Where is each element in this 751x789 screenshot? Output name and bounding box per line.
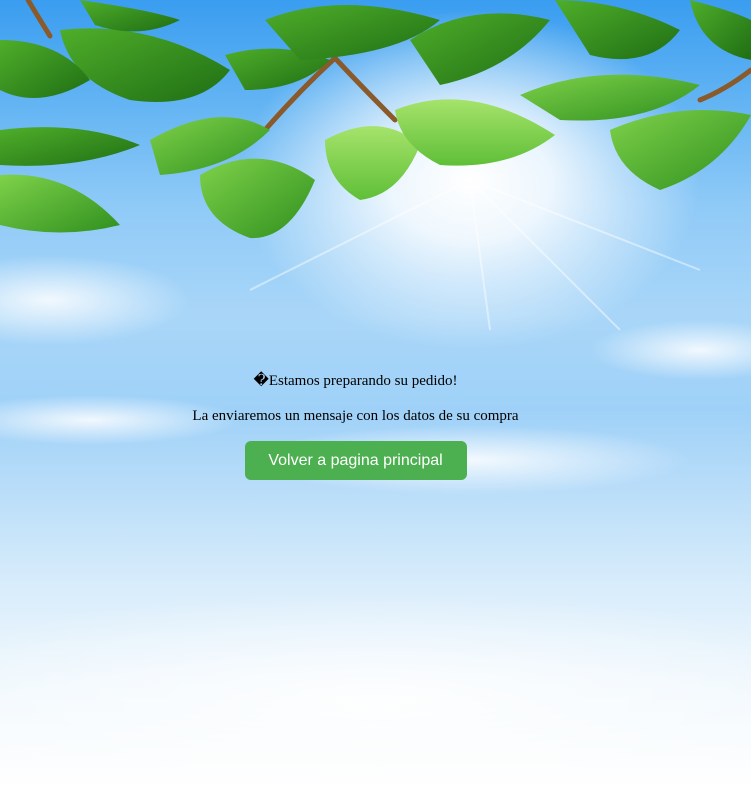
home-page-button[interactable]: Volver a pagina principal — [244, 441, 467, 480]
cloud-left — [0, 255, 190, 345]
confirmation-subtitle: La enviaremos un mensaje con los datos d… — [192, 408, 519, 424]
order-confirmation-panel: �Estamos preparando su pedido! La enviar… — [0, 371, 711, 480]
cloud-bottom — [0, 590, 751, 789]
button-container: Volver a pagina principal — [0, 441, 711, 480]
confirmation-title: �Estamos preparando su pedido! — [253, 373, 458, 389]
